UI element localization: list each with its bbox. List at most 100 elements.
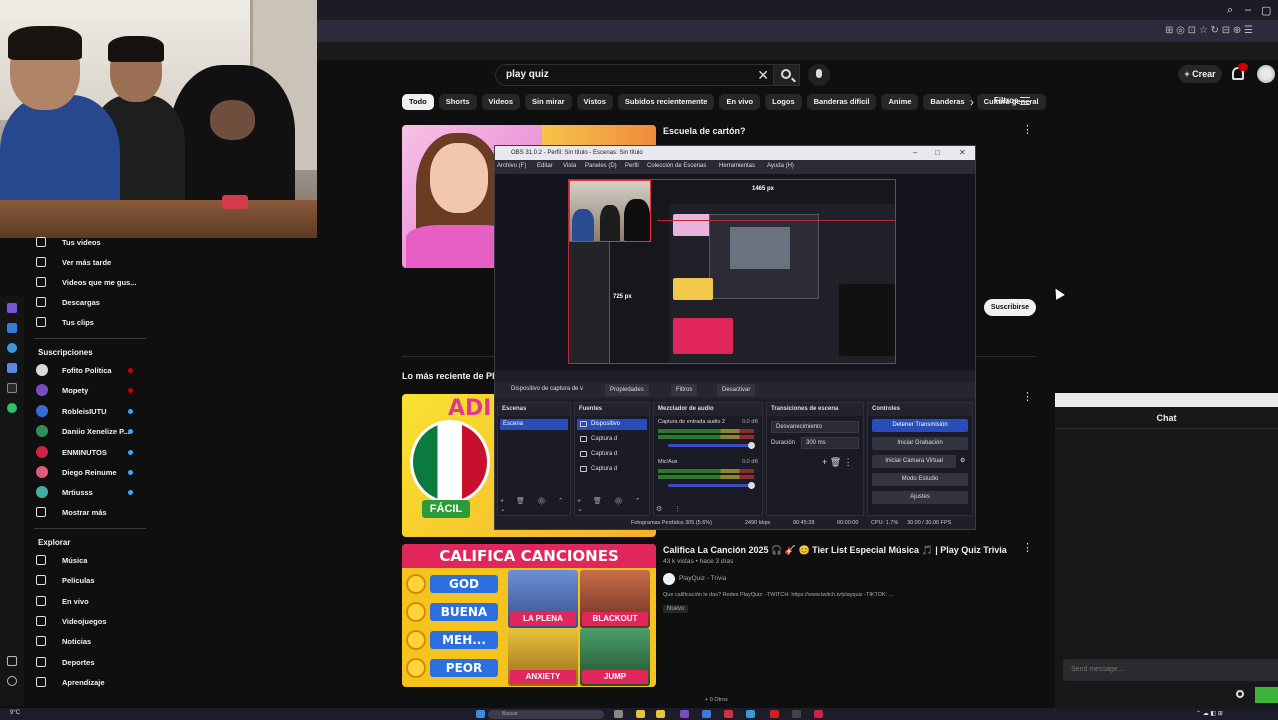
obs-menu-item[interactable]: Paneles (D)	[585, 163, 617, 169]
extensions-icon[interactable]: ⊞ ◎ ⊡ ☆ ↻ ⊟ ⊕ ☰	[1165, 25, 1253, 36]
chevron-right-icon[interactable]: ›	[970, 95, 974, 109]
sidebar-item-label: Daniio Xenelize P...	[62, 427, 130, 437]
obs-menu-item[interactable]: Vista	[563, 163, 576, 169]
chat-input[interactable]: Send message...	[1063, 659, 1278, 681]
search-button[interactable]	[773, 65, 799, 85]
explorer-icon[interactable]	[636, 710, 645, 718]
chip-8[interactable]: Banderas difícil	[806, 94, 877, 110]
stop-streaming-button[interactable]: Detener Transmisión	[872, 419, 968, 432]
scene-item[interactable]: Escena	[500, 419, 568, 430]
app-icon[interactable]	[7, 323, 17, 333]
filters-button[interactable]: Filtros	[671, 384, 698, 396]
chip-4[interactable]: Vistos	[576, 94, 613, 110]
virtual-camera-button[interactable]: Iniciar Cámara Virtual	[872, 455, 956, 468]
deactivate-button[interactable]: Desactivar	[717, 384, 756, 396]
channel-name[interactable]: PlayQuiz - Trivia	[679, 575, 726, 582]
subscribe-button[interactable]: Suscribirse	[984, 299, 1036, 316]
app-icon[interactable]	[746, 710, 755, 718]
heart-icon[interactable]	[7, 656, 17, 666]
chip-7[interactable]: Logos	[765, 94, 802, 110]
volume-slider-knob[interactable]	[748, 482, 755, 489]
video-thumbnail-3[interactable]: CALIFICA CANCIONES GOD BUENA MEH... PEOR…	[402, 544, 656, 687]
chip-6[interactable]: En vivo	[719, 94, 761, 110]
chip-9[interactable]: Anime	[881, 94, 919, 110]
taskbar-search[interactable]: Buscar	[488, 710, 604, 719]
youtube-icon[interactable]	[770, 710, 779, 718]
twitch-icon[interactable]	[7, 303, 17, 313]
browser-title-bar: ⌕ – ▢	[317, 0, 1278, 20]
scene-toolbar[interactable]: + 🗑 ⚙ ⌃ ⌄	[500, 497, 570, 513]
source-item[interactable]: Captura d	[577, 449, 647, 460]
filter-chips: Todo Shorts Videos Sin mirar Vistos Subidos r…	[402, 94, 1046, 110]
transition-toolbar[interactable]: + 🗑 ⋮	[822, 457, 853, 468]
studio-mode-button[interactable]: Modo Estudio	[872, 473, 968, 486]
discord-icon[interactable]	[7, 363, 17, 373]
more-options-icon[interactable]	[1022, 390, 1033, 404]
volume-slider[interactable]	[668, 442, 755, 449]
volume-slider-knob[interactable]	[748, 442, 755, 449]
gear-icon[interactable]: ⚙	[960, 457, 965, 464]
close-icon[interactable]: ✕	[959, 146, 966, 160]
folder-icon[interactable]	[656, 710, 665, 718]
mixer-toolbar[interactable]: ⚙ ⋮	[656, 505, 686, 513]
source-item[interactable]: Captura d	[577, 434, 647, 445]
search-icon[interactable]: ⌕	[1227, 4, 1233, 17]
transition-select[interactable]: Desvanecimiento	[771, 421, 859, 433]
volume-slider[interactable]	[668, 482, 755, 489]
source-item[interactable]: Captura d	[577, 464, 647, 475]
opera-icon[interactable]	[724, 710, 733, 718]
chat-send-button[interactable]	[1255, 687, 1278, 703]
obs-menu-item[interactable]: Archivo (F)	[497, 163, 526, 169]
obs-menu-item[interactable]: Ayuda (H)	[767, 163, 794, 169]
search-input[interactable]: play quiz	[506, 69, 549, 80]
more-options-icon[interactable]	[1022, 541, 1033, 555]
maximize-icon[interactable]: ▢	[1261, 4, 1271, 17]
obs-menu-item[interactable]: Perfil	[625, 163, 639, 169]
obs-menu-item[interactable]: Herramientas	[719, 163, 755, 169]
system-tray[interactable]: ⌃ ☁ ◧ ⊞	[1196, 710, 1223, 717]
x-icon[interactable]	[7, 383, 17, 393]
obs-icon[interactable]	[792, 710, 801, 718]
nested-screen	[657, 204, 895, 363]
filters-button[interactable]: Filtros	[994, 96, 1018, 105]
source-item[interactable]: Dispositivo	[577, 419, 647, 430]
minimize-icon[interactable]: –	[913, 146, 917, 160]
chip-1[interactable]: Shorts	[438, 94, 477, 110]
duration-input[interactable]: 300 ms	[801, 437, 859, 449]
more-options-icon[interactable]	[1022, 123, 1033, 137]
whatsapp-icon[interactable]	[7, 403, 17, 413]
chip-2[interactable]: Videos	[481, 94, 521, 110]
video-title-3[interactable]: Califica La Canción 2025 🎧 🎸 😊 Tier List…	[663, 545, 1007, 556]
app-icon[interactable]	[814, 710, 823, 718]
sliders-icon[interactable]	[1020, 97, 1030, 105]
chip-0[interactable]: Todo	[402, 94, 434, 110]
voice-search-button[interactable]	[808, 64, 830, 86]
avatar[interactable]	[1257, 65, 1275, 83]
weather-temp[interactable]: 9°C	[10, 710, 20, 716]
search-box[interactable]: play quiz ✕	[495, 64, 800, 86]
obs-menu-item[interactable]: Editar	[537, 163, 553, 169]
obs-menu-item[interactable]: Colección de Escenas	[647, 163, 706, 169]
video-title-1[interactable]: Escuela de cartón?	[663, 126, 746, 136]
minimize-icon[interactable]: –	[1245, 4, 1251, 16]
twitch-icon[interactable]	[680, 710, 689, 718]
start-recording-button[interactable]: Iniciar Grabación	[872, 437, 968, 450]
windows-start-icon[interactable]	[476, 710, 485, 718]
clear-search-icon[interactable]: ✕	[757, 67, 769, 84]
properties-button[interactable]: Propiedades	[605, 384, 649, 396]
maximize-icon[interactable]: □	[935, 146, 940, 160]
create-button[interactable]: + Crear	[1178, 65, 1222, 83]
gear-icon[interactable]	[1236, 690, 1244, 698]
settings-button[interactable]: Ajustes	[872, 491, 968, 504]
preview-canvas[interactable]: 1465 px 725 px	[568, 179, 896, 364]
messenger-icon[interactable]	[7, 343, 17, 353]
clock-icon[interactable]	[7, 676, 17, 686]
task-view-icon[interactable]	[614, 710, 623, 718]
chip-3[interactable]: Sin mirar	[525, 94, 572, 110]
source-toolbar[interactable]: + 🗑 ⚙ ⌃ ⌄	[577, 497, 649, 513]
obs-preview[interactable]: 1465 px 725 px	[495, 174, 975, 370]
edge-icon[interactable]	[702, 710, 711, 718]
chip-5[interactable]: Subidos recientemente	[617, 94, 715, 110]
channel-avatar[interactable]	[663, 573, 675, 585]
chip-10[interactable]: Banderas	[923, 94, 972, 110]
